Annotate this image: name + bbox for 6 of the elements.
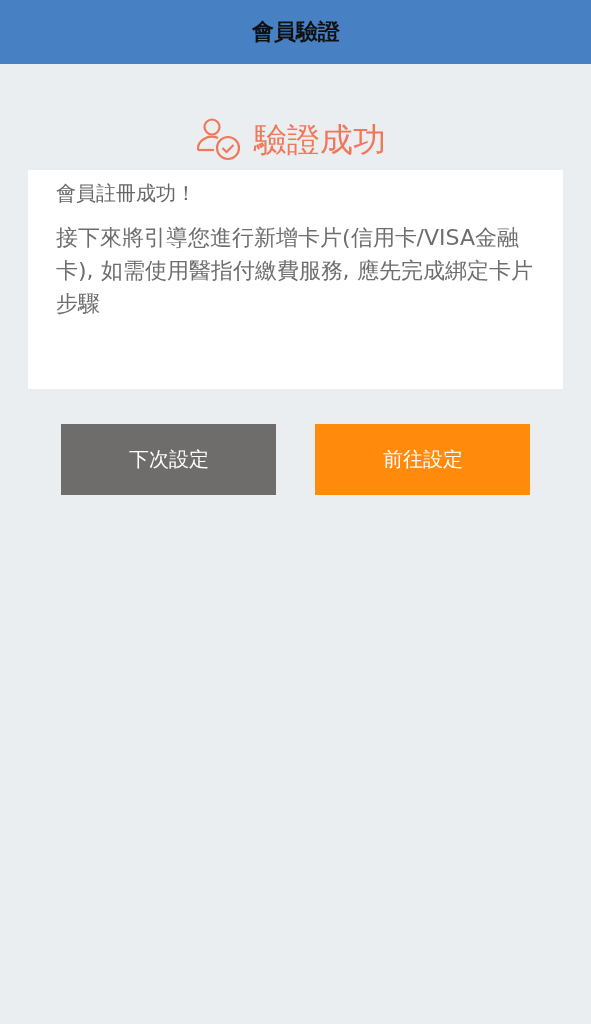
later-button[interactable]: 下次設定 xyxy=(61,424,276,495)
message-heading: 會員註冊成功！ xyxy=(56,180,197,207)
success-title: 驗證成功 xyxy=(253,118,386,161)
user-check-icon xyxy=(195,118,242,162)
message-text: 接下來將引導您進行新增卡片(信用卡/VISA金融卡), 如需使用醫指付繳費服務, 應先完成綁定卡片步驟 xyxy=(56,224,534,318)
page-title: 會員驗證 xyxy=(251,18,340,46)
